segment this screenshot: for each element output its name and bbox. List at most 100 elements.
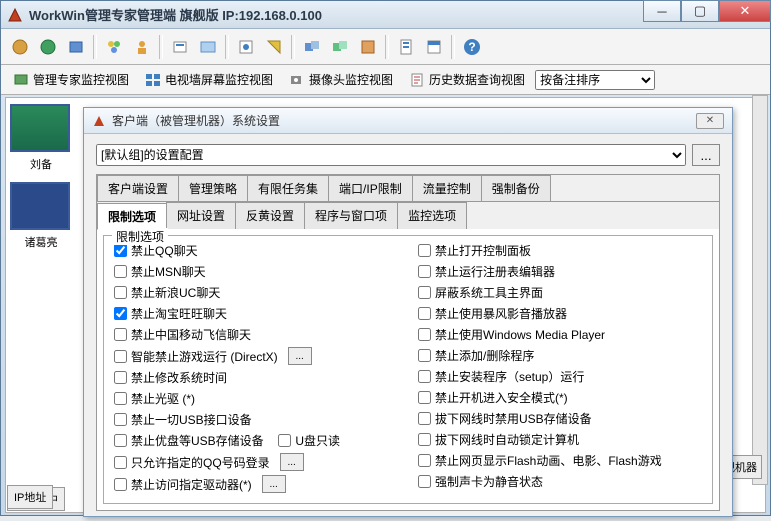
toolbar-icon-9[interactable] [261,34,287,60]
toolbar-icon-10[interactable] [299,34,325,60]
checkbox[interactable] [114,413,127,426]
client-thumb[interactable] [10,182,70,230]
check-netcable-usb[interactable]: 拔下网线时禁用USB存储设备 [418,410,702,427]
view-tab-monitor[interactable]: 管理专家监控视图 [7,69,135,90]
tab-program-window[interactable]: 程序与窗口项 [304,202,398,229]
tab-force-backup[interactable]: 强制备份 [481,175,551,201]
toolbar-icon-2[interactable] [35,34,61,60]
tab-antiporn[interactable]: 反黄设置 [235,202,305,229]
view-tab-camera[interactable]: 摄像头监控视图 [283,69,399,90]
toolbar-separator [93,35,97,59]
dialog-close-button[interactable]: ✕ [696,113,724,129]
check-qq-whitelist[interactable]: 只允许指定的QQ号码登录... [114,453,398,471]
checkbox[interactable] [114,286,127,299]
close-button[interactable]: ✕ [719,0,771,22]
check-usb-storage[interactable]: 禁止优盘等USB存储设备 U盘只读 [114,432,398,449]
check-systime[interactable]: 禁止修改系统时间 [114,369,398,386]
check-fetion[interactable]: 禁止中国移动飞信聊天 [114,326,398,343]
tab-limited-tasks[interactable]: 有限任务集 [247,175,329,201]
check-grid: 禁止QQ聊天 禁止MSN聊天 禁止新浪UC聊天 禁止淘宝旺旺聊天 禁止中国移动飞… [114,242,702,493]
minimize-button[interactable]: ─ [643,0,681,22]
toolbar-icon-5[interactable] [129,34,155,60]
checkbox-usb-readonly[interactable] [278,434,291,447]
check-msn[interactable]: 禁止MSN聊天 [114,263,398,280]
tab-url-settings[interactable]: 网址设置 [166,202,236,229]
dots-button[interactable]: ... [288,347,312,365]
checkbox[interactable] [418,307,431,320]
checkbox[interactable] [418,475,431,488]
checkbox[interactable] [418,454,431,467]
check-flash[interactable]: 禁止网页显示Flash动画、电影、Flash游戏 [418,452,702,469]
checkbox[interactable] [418,328,431,341]
maximize-button[interactable]: ▢ [681,0,719,22]
tab-row-2: 限制选项 网址设置 反黄设置 程序与窗口项 监控选项 [97,201,719,229]
toolbar-separator [291,35,295,59]
toolbar-icon-8[interactable] [233,34,259,60]
checkbox[interactable] [418,391,431,404]
tab-manage-policy[interactable]: 管理策略 [178,175,248,201]
toolbar-icon-12[interactable] [355,34,381,60]
check-sina-uc[interactable]: 禁止新浪UC聊天 [114,284,398,301]
toolbar-icon-14[interactable] [421,34,447,60]
check-systools-ui[interactable]: 屏蔽系统工具主界面 [418,284,702,301]
check-wmp[interactable]: 禁止使用Windows Media Player [418,326,702,343]
tab-restrict-options[interactable]: 限制选项 [97,203,167,230]
checkbox[interactable] [418,370,431,383]
checkbox[interactable] [418,412,431,425]
check-all-usb[interactable]: 禁止一切USB接口设备 [114,411,398,428]
checkbox[interactable] [114,478,127,491]
toolbar-icon-15[interactable]: ? [459,34,485,60]
toolbar-separator [451,35,455,59]
bottom-tab-ip[interactable]: IP地址 [7,485,53,509]
checkbox[interactable] [114,328,127,341]
app-icon [7,7,23,23]
checkbox[interactable] [114,265,127,278]
toolbar-icon-1[interactable] [7,34,33,60]
dots-button[interactable]: ... [280,453,304,471]
client-thumb[interactable] [10,104,70,152]
checkbox[interactable] [418,433,431,446]
view-tab-history[interactable]: 历史数据查询视图 [403,69,531,90]
toolbar-icon-11[interactable] [327,34,353,60]
toolbar-icon-7[interactable] [195,34,221,60]
tab-monitor-options[interactable]: 监控选项 [397,202,467,229]
tab-client-settings[interactable]: 客户端设置 [97,175,179,201]
sort-select[interactable]: 按备注排序 [535,70,655,90]
checkbox[interactable] [418,265,431,278]
check-directx-games[interactable]: 智能禁止游戏运行 (DirectX)... [114,347,398,365]
checkbox[interactable] [114,456,127,469]
check-netcable-lock[interactable]: 拔下网线时自动锁定计算机 [418,431,702,448]
config-more-button[interactable]: ... [692,144,720,166]
check-addremove[interactable]: 禁止添加/删除程序 [418,347,702,364]
check-mute[interactable]: 强制声卡为静音状态 [418,473,702,490]
check-regedit[interactable]: 禁止运行注册表编辑器 [418,263,702,280]
check-baofeng[interactable]: 禁止使用暴风影音播放器 [418,305,702,322]
checkbox[interactable] [114,350,127,363]
checkbox[interactable] [114,434,127,447]
tab-port-ip[interactable]: 端口/IP限制 [328,175,413,201]
view-tab-tvwall[interactable]: 电视墙屏幕监控视图 [139,69,279,90]
tab-flow-control[interactable]: 流量控制 [412,175,482,201]
toolbar-icon-13[interactable] [393,34,419,60]
window-controls: ─ ▢ ✕ [643,0,771,22]
checkbox[interactable] [114,244,127,257]
check-setup[interactable]: 禁止安装程序（setup）运行 [418,368,702,385]
check-drive-access[interactable]: 禁止访问指定驱动器(*)... [114,475,398,493]
check-control-panel[interactable]: 禁止打开控制面板 [418,242,702,259]
toolbar-icon-4[interactable] [101,34,127,60]
dots-button[interactable]: ... [262,475,286,493]
checkbox[interactable] [418,286,431,299]
checkbox[interactable] [418,244,431,257]
checkbox[interactable] [114,392,127,405]
checkbox[interactable] [418,349,431,362]
history-icon [409,72,425,88]
toolbar-icon-3[interactable] [63,34,89,60]
check-wangwang[interactable]: 禁止淘宝旺旺聊天 [114,305,398,322]
vertical-scrollbar[interactable] [752,95,768,485]
config-group-select[interactable]: [默认组]的设置配置 [96,144,686,166]
check-safemode[interactable]: 禁止开机进入安全模式(*) [418,389,702,406]
toolbar-icon-6[interactable] [167,34,193,60]
checkbox[interactable] [114,371,127,384]
check-cdrom[interactable]: 禁止光驱 (*) [114,390,398,407]
checkbox[interactable] [114,307,127,320]
